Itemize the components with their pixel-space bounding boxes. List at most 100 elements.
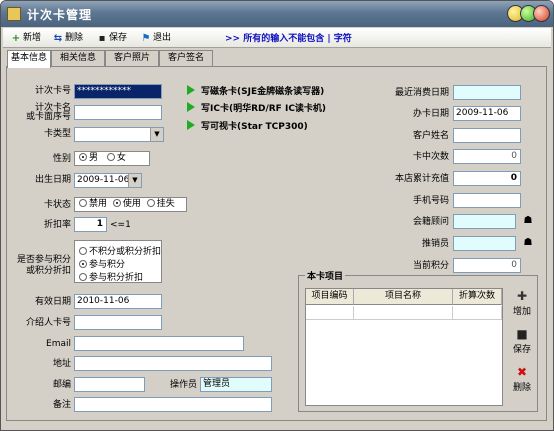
last-consume-input[interactable] (453, 85, 521, 100)
write-magnetic-card-link[interactable]: 写磁条卡(SJE金牌磁条读写器) (187, 84, 324, 97)
item-delete-label: 删除 (512, 383, 531, 393)
status-in-use-radio[interactable]: 使用 (112, 198, 141, 211)
discount-input[interactable]: 1 (74, 217, 107, 232)
gender-female-label: 女 (116, 153, 126, 163)
add-label: 新增 (23, 33, 42, 43)
last-consume-label: 最近消费日期 (394, 88, 449, 98)
points-accumulate-radio[interactable]: 参与积分 (79, 257, 125, 270)
write-visual-card-link[interactable]: 写可视卡(Star TCP300) (187, 119, 308, 132)
card-items-group: 本卡项目 项目编码 项目名称 折算次数 ✚ 增加 ■ 保存 ✖ 删除 (298, 269, 538, 412)
close-button[interactable] (533, 5, 550, 22)
app-icon (7, 7, 21, 21)
table-cell[interactable] (306, 306, 354, 320)
discount-hint: <=1 (110, 220, 131, 230)
remark-input[interactable] (74, 397, 272, 412)
status-label: 卡状态 (43, 200, 71, 210)
total-recharge-input[interactable]: 0 (453, 171, 521, 186)
swap-icon: ⇆ (53, 33, 63, 44)
zip-label: 邮编 (52, 380, 71, 390)
sales-input[interactable] (453, 236, 516, 251)
open-date-input[interactable]: 2009-11-06 (453, 106, 521, 121)
referrer-input[interactable] (74, 315, 162, 330)
play-arrow-icon (187, 85, 195, 95)
card-type-label: 卡类型 (43, 129, 71, 139)
points-discount-label: 参与积分折扣 (89, 273, 144, 283)
exit-icon: ⚑ (141, 33, 151, 44)
customer-name-input[interactable] (453, 128, 521, 143)
status-disabled-label: 禁用 (89, 199, 108, 209)
radio-checked-icon (79, 153, 87, 161)
play-arrow-icon (187, 120, 195, 130)
gender-female-radio[interactable]: 女 (106, 152, 126, 165)
status-disabled-radio[interactable]: 禁用 (79, 198, 107, 211)
points-none-label: 不积分或积分折扣 (89, 247, 162, 257)
card-items-title: 本卡项目 (305, 269, 346, 282)
operator-input[interactable]: 管理员 (200, 377, 272, 392)
app-window: 计次卡管理 + 新增 ⇆ 删除 ▪ 保存 ⚑ 退出 >> 所有的输入不能包含 | 字符 … (0, 0, 554, 431)
play-arrow-icon (187, 102, 195, 112)
tab-customer-signature[interactable]: 客户签名 (159, 50, 213, 67)
item-save-label: 保存 (512, 345, 531, 355)
save-button[interactable]: ▪ 保存 (97, 31, 127, 45)
phone-input[interactable] (453, 193, 521, 208)
gender-male-radio[interactable]: 男 (79, 152, 98, 165)
add-button[interactable]: + 新增 (11, 31, 41, 45)
card-no-input[interactable]: ************ (74, 84, 162, 99)
item-add-button[interactable]: ✚ 增加 (510, 290, 534, 317)
delete-label: 删除 (65, 33, 84, 43)
floppy-icon: ▪ (98, 33, 106, 44)
points-discount-radio[interactable]: 参与积分折扣 (79, 270, 143, 283)
address-label: 地址 (52, 359, 71, 369)
toolbar: + 新增 ⇆ 删除 ▪ 保存 ⚑ 退出 >> 所有的输入不能包含 | 字符 (3, 28, 551, 48)
card-count-input[interactable]: 0 (453, 149, 521, 164)
tab-related-info[interactable]: 相关信息 (51, 50, 105, 67)
input-warning-note: >> 所有的输入不能包含 | 字符 (225, 34, 352, 44)
current-points-input[interactable]: 0 (453, 258, 521, 273)
radio-unchecked-icon (79, 273, 87, 281)
exit-button[interactable]: ⚑ 退出 (141, 31, 172, 45)
address-input[interactable] (74, 356, 272, 371)
person-search-icon[interactable]: ☗ (522, 237, 534, 249)
write-ic-card-label: 写IC卡(明华RD/RF IC读卡机) (201, 104, 327, 114)
exit-label: 退出 (153, 33, 172, 43)
email-input[interactable] (74, 336, 244, 351)
item-save-button[interactable]: ■ 保存 (510, 328, 534, 355)
col-code-header[interactable]: 项目编码 (306, 289, 354, 305)
consultant-input[interactable] (453, 214, 516, 229)
valid-date-input[interactable]: 2010-11-06 (74, 294, 162, 309)
consultant-label: 会籍顾问 (412, 217, 449, 227)
current-points-label: 当前积分 (412, 261, 449, 271)
sales-label: 推销员 (421, 239, 449, 249)
chevron-down-icon: ▼ (150, 128, 163, 141)
discount-label: 折扣率 (43, 220, 71, 230)
card-count-label: 卡中次数 (412, 152, 449, 162)
email-label: Email (46, 339, 71, 349)
referrer-label: 介绍人卡号 (25, 318, 71, 328)
zip-input[interactable] (74, 377, 145, 392)
col-name-header[interactable]: 项目名称 (354, 289, 453, 305)
close-icon: ✖ (516, 365, 528, 379)
birthday-picker[interactable]: 2009-11-06 ▼ (74, 173, 142, 188)
table-cell[interactable] (354, 306, 453, 320)
status-lost-radio[interactable]: 挂失 (146, 198, 175, 211)
delete-button[interactable]: ⇆ 删除 (53, 31, 83, 45)
card-items-table[interactable]: 项目编码 项目名称 折算次数 (305, 288, 503, 406)
write-visual-card-label: 写可视卡(Star TCP300) (201, 122, 308, 132)
tab-basic-info[interactable]: 基本信息 (7, 50, 51, 68)
points-radio-group: 不积分或积分折扣 参与积分 参与积分折扣 (74, 240, 162, 283)
points-none-radio[interactable]: 不积分或积分折扣 (79, 244, 161, 257)
radio-checked-icon (79, 260, 87, 268)
card-type-select[interactable]: ▼ (74, 127, 164, 142)
col-count-header[interactable]: 折算次数 (453, 289, 502, 305)
gender-radio-group: 男 女 (74, 151, 150, 166)
save-label: 保存 (109, 33, 128, 43)
tab-customer-photo[interactable]: 客户照片 (105, 50, 159, 67)
person-search-icon[interactable]: ☗ (522, 215, 534, 227)
item-delete-button[interactable]: ✖ 删除 (510, 366, 534, 393)
operator-label: 操作员 (169, 380, 197, 390)
birthday-label: 出生日期 (34, 175, 71, 185)
write-magnetic-card-label: 写磁条卡(SJE金牌磁条读写器) (201, 87, 325, 97)
table-cell[interactable] (453, 306, 502, 320)
card-name-input[interactable] (74, 105, 162, 120)
write-ic-card-link[interactable]: 写IC卡(明华RD/RF IC读卡机) (187, 101, 326, 114)
